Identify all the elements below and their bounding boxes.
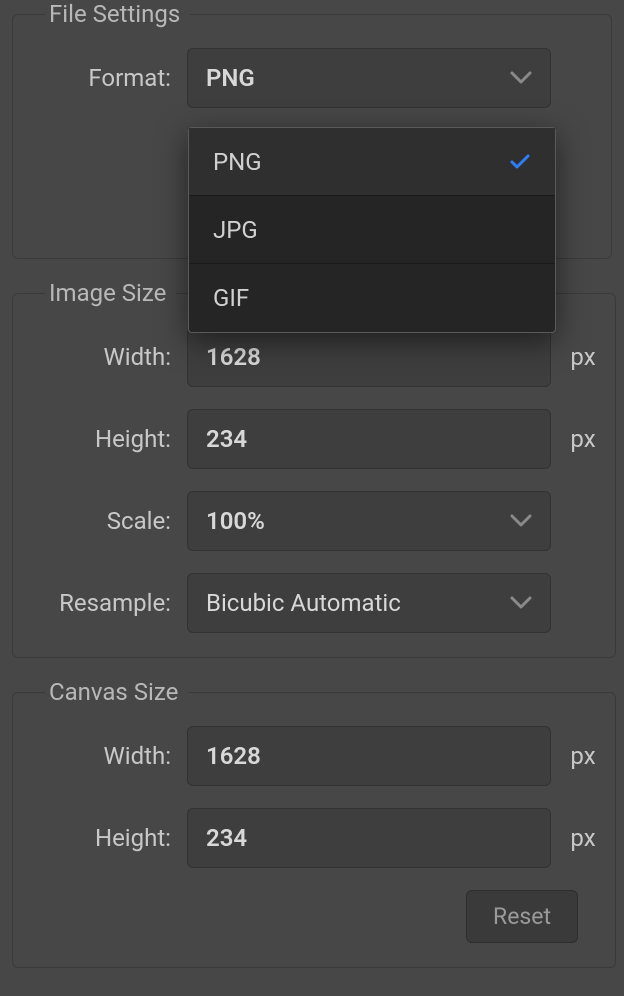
canvas-height-unit: px bbox=[551, 824, 601, 852]
format-dropdown-panel: PNG JPG GIF bbox=[188, 127, 556, 333]
scale-row: Scale: 100% bbox=[27, 491, 601, 551]
canvas-width-row: Width: px bbox=[27, 726, 601, 786]
image-height-unit: px bbox=[551, 425, 601, 453]
resample-value: Bicubic Automatic bbox=[206, 589, 401, 617]
image-size-legend: Image Size bbox=[45, 279, 176, 307]
image-size-group: Image Size Width: px Height: px Scale: 1… bbox=[12, 279, 616, 658]
canvas-size-group: Canvas Size Width: px Height: px Reset bbox=[12, 678, 616, 968]
file-settings-legend: File Settings bbox=[45, 0, 190, 28]
resample-label: Resample: bbox=[27, 589, 187, 617]
image-width-label: Width: bbox=[27, 343, 187, 371]
image-width-row: Width: px bbox=[27, 327, 601, 387]
resample-select[interactable]: Bicubic Automatic bbox=[187, 573, 551, 633]
resample-row: Resample: Bicubic Automatic bbox=[27, 573, 601, 633]
scale-label: Scale: bbox=[27, 507, 187, 535]
format-select[interactable]: PNG bbox=[187, 48, 551, 108]
image-height-label: Height: bbox=[27, 425, 187, 453]
format-option-label: JPG bbox=[213, 216, 258, 244]
canvas-size-legend: Canvas Size bbox=[45, 678, 188, 706]
format-label: Format: bbox=[27, 64, 187, 92]
canvas-width-unit: px bbox=[551, 742, 601, 770]
canvas-height-label: Height: bbox=[27, 824, 187, 852]
canvas-height-input[interactable] bbox=[187, 808, 551, 868]
format-option-label: PNG bbox=[213, 148, 262, 176]
canvas-height-row: Height: px bbox=[27, 808, 601, 868]
scale-value: 100% bbox=[206, 507, 265, 535]
chevron-down-icon bbox=[510, 596, 532, 610]
image-width-input[interactable] bbox=[187, 327, 551, 387]
format-option-gif[interactable]: GIF bbox=[189, 264, 555, 332]
canvas-width-input[interactable] bbox=[187, 726, 551, 786]
check-icon bbox=[509, 153, 531, 171]
reset-row: Reset bbox=[27, 890, 601, 943]
format-option-label: GIF bbox=[213, 284, 249, 312]
format-option-jpg[interactable]: JPG bbox=[189, 196, 555, 264]
format-option-png[interactable]: PNG bbox=[189, 128, 555, 196]
image-width-unit: px bbox=[551, 343, 601, 371]
reset-button[interactable]: Reset bbox=[466, 890, 578, 943]
format-row: Format: PNG bbox=[27, 48, 597, 108]
canvas-width-label: Width: bbox=[27, 742, 187, 770]
chevron-down-icon bbox=[510, 71, 532, 85]
image-height-row: Height: px bbox=[27, 409, 601, 469]
format-value: PNG bbox=[206, 64, 255, 92]
chevron-down-icon bbox=[510, 514, 532, 528]
scale-select[interactable]: 100% bbox=[187, 491, 551, 551]
image-height-input[interactable] bbox=[187, 409, 551, 469]
